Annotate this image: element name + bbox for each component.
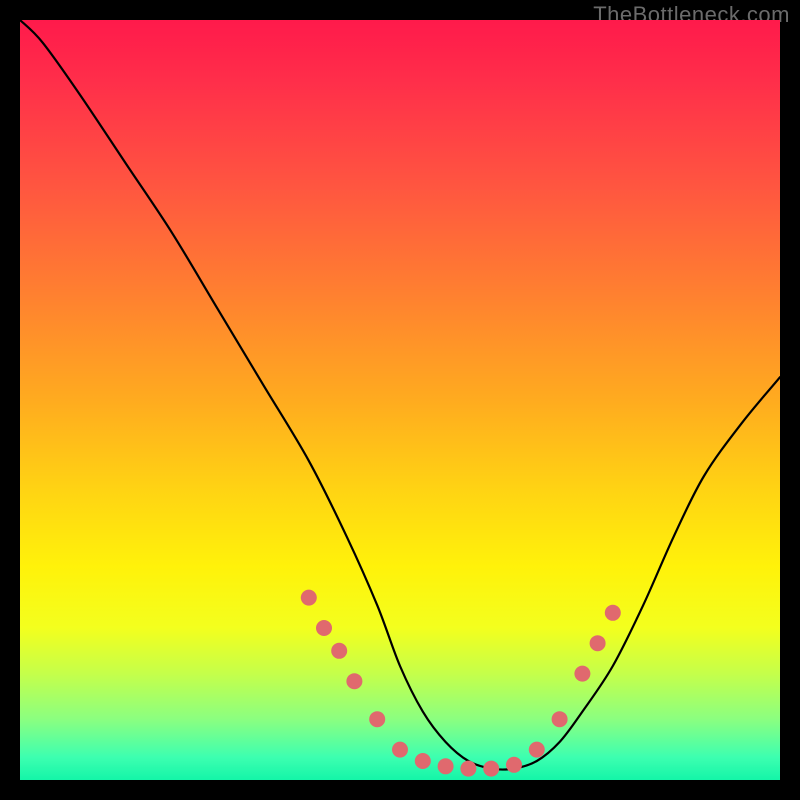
chart-stage: TheBottleneck.com [0, 0, 800, 800]
sample-point-dot [590, 635, 606, 651]
sample-point-dot [552, 711, 568, 727]
sample-point-dot [605, 605, 621, 621]
sample-point-dot [529, 742, 545, 758]
sample-points-group [301, 590, 621, 777]
sample-point-dot [460, 761, 476, 777]
sample-point-dot [438, 758, 454, 774]
sample-point-dot [301, 590, 317, 606]
sample-point-dot [316, 620, 332, 636]
sample-point-dot [331, 643, 347, 659]
bottleneck-curve [20, 20, 780, 770]
sample-point-dot [506, 757, 522, 773]
sample-point-dot [415, 753, 431, 769]
sample-point-dot [346, 673, 362, 689]
sample-point-dot [574, 666, 590, 682]
sample-point-dot [483, 761, 499, 777]
sample-point-dot [369, 711, 385, 727]
plot-area [20, 20, 780, 780]
sample-point-dot [392, 742, 408, 758]
chart-overlay-svg [20, 20, 780, 780]
